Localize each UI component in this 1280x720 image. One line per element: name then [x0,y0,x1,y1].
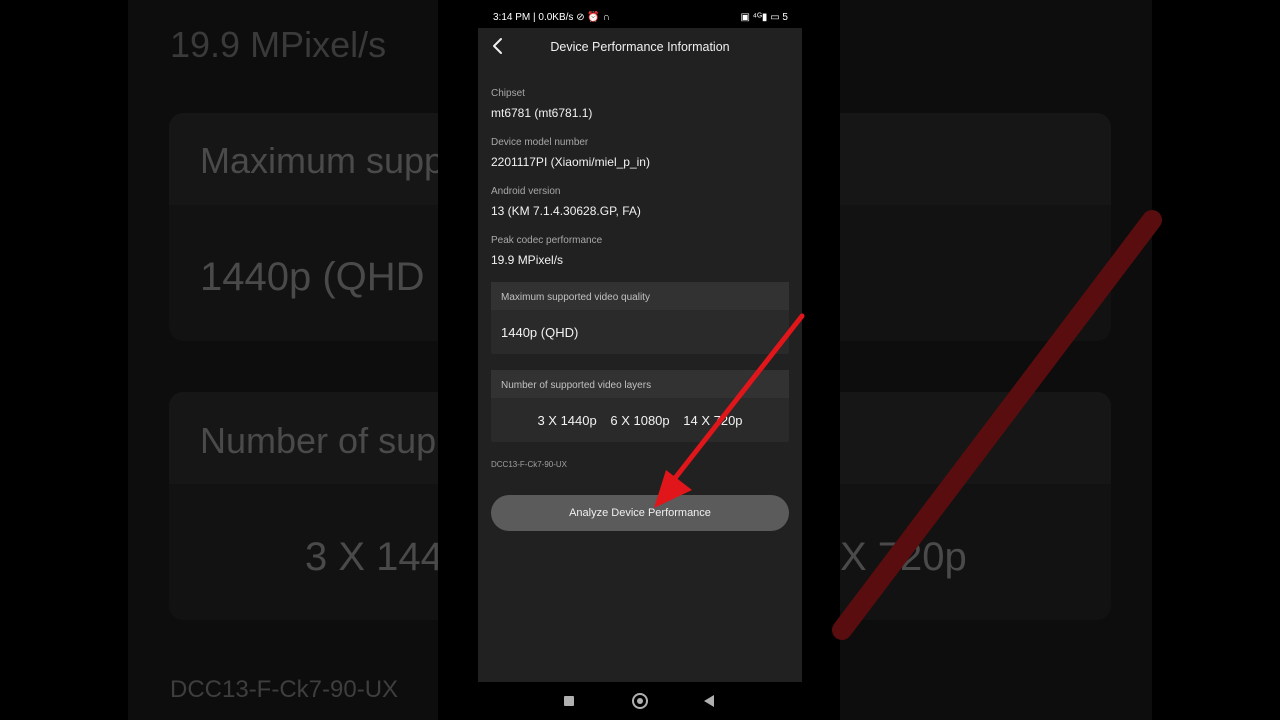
status-right: ▣ ⁴ᴳ▮ ▭ 5 [740,12,788,23]
android-version-value: 13 (KM 7.1.4.30628.GP, FA) [491,204,641,218]
video-layer-item: 3 X 1440p [537,413,597,428]
performance-screen: Device Performance Information Chipset m… [478,28,802,682]
bg-layers-label: Number of supp [200,420,457,461]
system-nav-bar [438,682,840,720]
bg-device-code: DCC13-F-Ck7-90-UX [170,676,399,703]
page-title: Device Performance Information [550,40,730,54]
bg-max-quality-label: Maximum supp [200,140,445,181]
bg-peak-value: 19.9 MPixel/s [170,24,387,65]
chipset-value: mt6781 (mt6781.1) [491,106,593,120]
status-left: 3:14 PM | 0.0KB/s ⊘ ⏰ ∩ [493,12,610,23]
video-layer-item: 14 X 720p [683,413,743,428]
peak-codec-label: Peak codec performance [491,235,603,246]
bg-max-quality-value: 1440p (QHD [200,255,425,299]
bg-layers-right: X 720p [840,535,967,579]
android-version-label: Android version [491,186,561,197]
model-label: Device model number [491,137,589,148]
phone-screen: 3:14 PM | 0.0KB/s ⊘ ⏰ ∩ ▣ ⁴ᴳ▮ ▭ 5 Device… [438,0,840,720]
circle-icon[interactable] [632,693,648,709]
max-quality-card: Maximum supported video quality 1440p (Q… [491,282,789,354]
model-value: 2201117PI (Xiaomi/miel_p_in) [491,155,650,169]
max-quality-value: 1440p (QHD) [501,325,579,340]
peak-codec-value: 19.9 MPixel/s [491,253,564,267]
video-layers-values: 3 X 1440p 6 X 1080p 14 X 720p [491,413,789,428]
video-layers-card: Number of supported video layers 3 X 144… [491,370,789,442]
chipset-label: Chipset [491,88,525,99]
video-layer-item: 6 X 1080p [610,413,670,428]
analyze-device-performance-button[interactable]: Analyze Device Performance [491,495,789,531]
top-bar: Device Performance Information [478,28,802,66]
triangle-icon[interactable] [704,695,714,707]
video-layers-label: Number of supported video layers [501,380,652,391]
status-bar: 3:14 PM | 0.0KB/s ⊘ ⏰ ∩ ▣ ⁴ᴳ▮ ▭ 5 [438,0,840,28]
max-quality-label: Maximum supported video quality [501,292,650,303]
bg-layers-left: 3 X 144 [305,535,443,579]
device-code: DCC13-F-Ck7-90-UX [491,460,568,469]
square-icon[interactable] [564,696,574,706]
